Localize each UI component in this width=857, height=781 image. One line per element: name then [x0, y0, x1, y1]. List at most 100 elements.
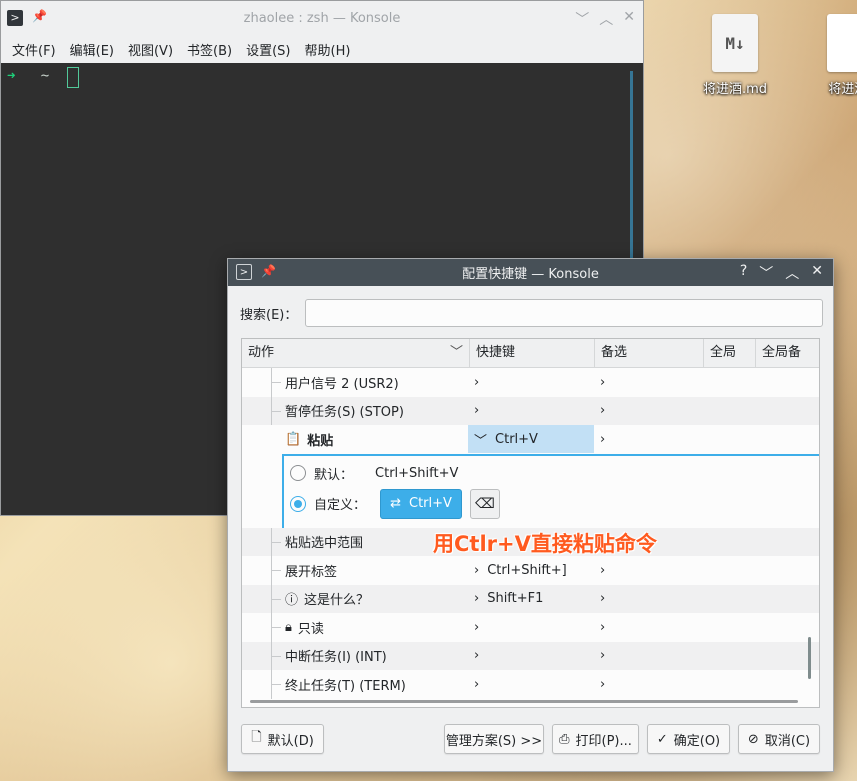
- horizontal-scrollbar[interactable]: [250, 700, 798, 703]
- chevron-right-icon[interactable]: ›: [474, 648, 479, 663]
- column-global-alt-label: 全局备: [762, 345, 802, 360]
- ok-button-label: 确定(O): [673, 733, 721, 749]
- chevron-right-icon[interactable]: ›: [474, 677, 479, 692]
- column-global[interactable]: 全局: [704, 339, 756, 367]
- column-shortcut[interactable]: 快捷键: [470, 339, 595, 367]
- table-row[interactable]: ⓘ 这是什么？ › Shift+F1 ›: [242, 584, 819, 613]
- chevron-right-icon[interactable]: ›: [600, 432, 605, 447]
- checkmark-icon: ✓: [656, 731, 668, 747]
- close-icon[interactable]: ✕: [811, 263, 823, 283]
- key-config-icon: ⇄: [390, 496, 401, 511]
- default-radio[interactable]: [290, 465, 306, 481]
- key-sequence-button[interactable]: ⇄ Ctrl+V: [380, 488, 463, 519]
- chevron-right-icon[interactable]: ›: [474, 403, 479, 418]
- menu-edit[interactable]: 编辑(E): [63, 40, 121, 59]
- chevron-right-icon[interactable]: ›: [600, 677, 605, 692]
- backspace-icon: ⌫: [475, 495, 495, 512]
- printer-icon: ⎙: [559, 731, 570, 747]
- chevron-right-icon[interactable]: ›: [474, 620, 479, 635]
- column-alternate-label: 备选: [601, 345, 628, 360]
- search-label: 搜索(E)：: [240, 307, 298, 323]
- column-alternate[interactable]: 备选: [595, 339, 704, 367]
- clear-shortcut-button[interactable]: ⌫: [470, 488, 501, 519]
- defaults-button[interactable]: 🗋 默认(D): [241, 724, 324, 754]
- column-global-alt[interactable]: 全局备: [756, 339, 816, 367]
- shortcuts-tree[interactable]: 动作 ﹀ 快捷键 备选 全局 全局备 用户信号 2 (USR2) › › 暂停任…: [241, 338, 820, 708]
- annotation-text: 用Ctlr+V直接粘贴命令: [433, 532, 657, 556]
- konsole-titlebar[interactable]: > 📌 zhaolee : zsh — Konsole ﹀ ︿ ✕: [1, 1, 643, 35]
- chevron-right-icon[interactable]: ›: [600, 620, 605, 635]
- default-label: 默认：: [314, 467, 354, 483]
- column-action[interactable]: 动作 ﹀: [242, 339, 470, 367]
- chevron-right-icon[interactable]: ›: [600, 648, 605, 663]
- action-label: 暂停任务(S) (STOP): [285, 405, 404, 421]
- chevron-right-icon[interactable]: ›: [474, 591, 479, 606]
- desktop-file-other[interactable]: 将进酒.: [805, 14, 857, 97]
- terminal-scrollbar[interactable]: [630, 71, 633, 261]
- table-row-selected[interactable]: 📋 粘贴 ﹀ Ctrl+V ›: [242, 425, 819, 454]
- table-row[interactable]: 中断任务(I) (INT) › ›: [242, 641, 819, 670]
- menu-file[interactable]: 文件(F): [5, 40, 63, 59]
- lock-icon: 🔒︎: [285, 619, 292, 635]
- shortcut-value: Ctrl+V: [495, 431, 538, 447]
- manage-schemes-button[interactable]: 管理方案(S) >>: [444, 724, 544, 754]
- clipboard-icon: 📋: [285, 431, 302, 447]
- vertical-scrollbar[interactable]: [808, 637, 811, 679]
- shortcut-value: Shift+F1: [487, 591, 544, 607]
- column-shortcut-label: 快捷键: [476, 345, 516, 360]
- chevron-right-icon[interactable]: ›: [600, 375, 605, 390]
- pin-icon[interactable]: 📌: [32, 9, 47, 23]
- chevron-down-icon[interactable]: ﹀: [474, 430, 487, 449]
- desktop-file-md[interactable]: M↓ 将进酒.md: [690, 14, 780, 97]
- maximize-icon[interactable]: ︿: [599, 9, 613, 29]
- action-label: 用户信号 2 (USR2): [285, 376, 399, 392]
- konsole-app-icon: >: [236, 264, 252, 280]
- action-label: 粘贴选中范围: [285, 536, 364, 552]
- ok-button[interactable]: ✓ 确定(O): [647, 724, 730, 754]
- pin-icon[interactable]: 📌: [261, 264, 276, 278]
- action-label: 粘贴: [307, 433, 334, 449]
- maximize-icon[interactable]: ︿: [785, 263, 799, 283]
- custom-radio[interactable]: [290, 495, 306, 512]
- print-button-label: 打印(P)...: [575, 733, 632, 749]
- minimize-icon[interactable]: ﹀: [575, 9, 589, 29]
- chevron-right-icon[interactable]: ›: [600, 563, 605, 578]
- chevron-right-icon[interactable]: ›: [474, 375, 479, 390]
- menubar: 文件(F) 编辑(E) 视图(V) 书签(B) 设置(S) 帮助(H): [1, 35, 643, 63]
- close-icon[interactable]: ✕: [623, 9, 635, 29]
- minimize-icon[interactable]: ﹀: [759, 263, 773, 283]
- desktop-file-label: 将进酒.md: [702, 82, 768, 97]
- window-title: zhaolee : zsh — Konsole: [243, 10, 401, 26]
- dialog-titlebar[interactable]: > 📌 配置快捷键 — Konsole ? ﹀ ︿ ✕: [228, 259, 833, 286]
- print-button[interactable]: ⎙ 打印(P)...: [552, 724, 639, 754]
- table-row[interactable]: 用户信号 2 (USR2) › ›: [242, 368, 819, 397]
- menu-help[interactable]: 帮助(H): [298, 40, 358, 59]
- action-label: 展开标签: [285, 564, 338, 580]
- table-row[interactable]: 暂停任务(S) (STOP) › ›: [242, 396, 819, 425]
- column-action-label: 动作: [248, 345, 275, 360]
- markdown-file-icon: M↓: [712, 14, 758, 72]
- info-icon: ⓘ: [285, 593, 299, 609]
- action-label: 这是什么？: [304, 593, 370, 609]
- search-input[interactable]: [305, 299, 824, 327]
- menu-bookmarks[interactable]: 书签(B): [180, 40, 239, 59]
- cancel-button[interactable]: ⊘ 取消(C): [738, 724, 820, 754]
- desktop-file-label: 将进酒.: [828, 82, 857, 97]
- help-icon[interactable]: ?: [740, 263, 747, 283]
- chevron-right-icon[interactable]: ›: [600, 403, 605, 418]
- table-row[interactable]: 终止任务(T) (TERM) › ›: [242, 670, 819, 699]
- shell-prompt: ➜ ~: [7, 68, 49, 84]
- chevron-right-icon[interactable]: ›: [600, 591, 605, 606]
- table-row[interactable]: 🔒︎ 只读 › ›: [242, 613, 819, 642]
- menu-view[interactable]: 视图(V): [121, 40, 180, 59]
- cancel-icon: ⊘: [747, 731, 759, 747]
- prompt-arrow: ➜: [7, 68, 16, 84]
- configure-shortcuts-dialog: > 📌 配置快捷键 — Konsole ? ﹀ ︿ ✕ 搜索(E)： 动作 ﹀ …: [227, 258, 834, 772]
- chevron-right-icon[interactable]: ›: [474, 563, 479, 578]
- manage-button-label: 管理方案(S) >>: [445, 733, 543, 749]
- dialog-title: 配置快捷键 — Konsole: [462, 267, 599, 282]
- table-row[interactable]: 展开标签 › Ctrl+Shift+] ›: [242, 556, 819, 585]
- chevron-down-icon: ﹀: [449, 345, 463, 360]
- menu-settings[interactable]: 设置(S): [239, 40, 297, 59]
- terminal-cursor: [67, 67, 79, 88]
